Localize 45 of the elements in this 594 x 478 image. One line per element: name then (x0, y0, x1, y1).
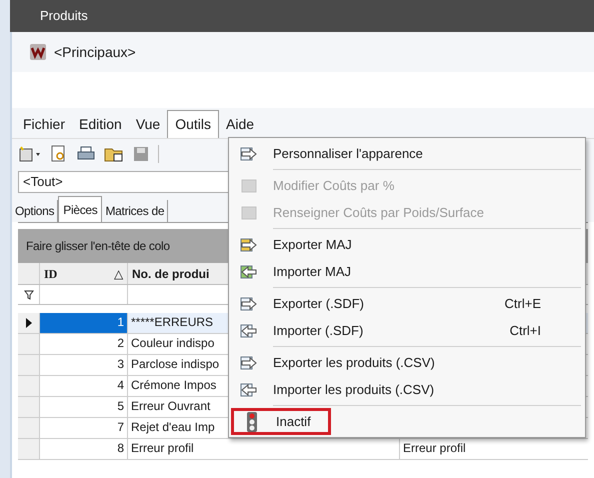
menu-option-label: Personnaliser l'apparence (273, 144, 423, 163)
shortcut-label: Ctrl+I (510, 322, 541, 340)
arrow-right-icon (240, 294, 258, 312)
table-cell: 3 (40, 355, 128, 375)
table-cell: 5 (40, 397, 128, 417)
menu-item[interactable]: Edition (72, 110, 129, 138)
arrow-left-icon (240, 380, 258, 398)
menu-item[interactable]: Fichier (16, 110, 72, 138)
arrow-left-icon (240, 322, 258, 340)
menu-item[interactable]: Vue (128, 110, 168, 138)
tab[interactable]: Pièces (58, 196, 102, 222)
arrow-left-icon (240, 262, 258, 280)
row-indicator-icon (26, 318, 32, 328)
menu-option-label: Importer MAJ (273, 262, 352, 281)
table-cell: 7 (40, 418, 128, 438)
table-cell: 4 (40, 376, 128, 396)
menu-item[interactable]: Aide (219, 110, 262, 138)
window-title: Produits (40, 7, 88, 26)
table-cell: 1 (40, 313, 128, 333)
arrow-right-icon (240, 144, 258, 162)
menu-option-label: Exporter (.SDF) (273, 294, 364, 313)
header-title: <Principaux> (54, 42, 136, 62)
table-cell: Erreur profil (128, 439, 400, 459)
table-cell: 2 (40, 334, 128, 354)
funnel-icon[interactable] (24, 290, 34, 300)
column-title: ID (44, 266, 58, 282)
menu-option[interactable]: Personnaliser l'apparence (231, 140, 585, 167)
arrow-right-icon (240, 236, 258, 254)
table-cell: 8 (40, 439, 128, 459)
traffic-light-icon (246, 412, 258, 432)
app-logo-icon (30, 44, 46, 60)
menu-option-label: Exporter MAJ (273, 236, 352, 254)
sort-indicator: △ (114, 266, 123, 282)
shortcut-label: Ctrl+E (504, 294, 541, 313)
printer-icon[interactable] (76, 144, 96, 162)
table-row[interactable]: 8 Erreur profil Erreur profil (18, 439, 588, 460)
save-icon[interactable] (132, 144, 150, 162)
menu-option[interactable]: Inactif (231, 408, 331, 435)
menu-option[interactable]: Exporter MAJ (231, 231, 585, 258)
column-header[interactable]: ID △ (40, 263, 128, 284)
menu-option-label: Renseigner Coûts par Poids/Surface (273, 204, 484, 222)
arrow-right-icon (240, 354, 258, 372)
table-cell-text: Erreur profil (402, 440, 466, 457)
new-document-icon[interactable] (18, 144, 42, 162)
menu-item[interactable]: Outils (167, 110, 220, 138)
